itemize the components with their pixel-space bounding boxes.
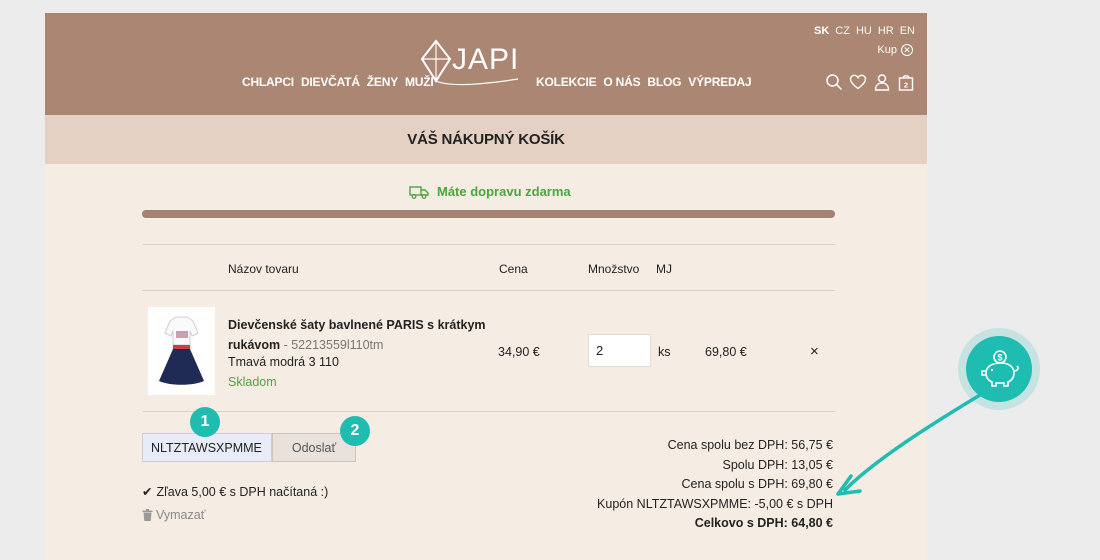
quantity-input[interactable] — [588, 334, 651, 367]
annotation-badge-2: 2 — [340, 416, 370, 446]
remove-item-button[interactable]: × — [810, 343, 819, 360]
nav-item-vypredaj[interactable]: VÝPREDAJ — [688, 75, 751, 89]
user-icon[interactable] — [873, 73, 891, 91]
stock-status: Skladom — [228, 375, 277, 389]
piggy-bank-icon: $ — [981, 350, 1019, 387]
order-summary: Cena spolu bez DPH: 56,75 € Spolu DPH: 1… — [597, 436, 833, 534]
kup-link[interactable]: Kup ✕ — [877, 44, 913, 56]
page-title: VÁŠ NÁKUPNÝ KOŠÍK — [407, 131, 565, 148]
lang-en[interactable]: EN — [900, 25, 915, 37]
kite-logo-icon: JAPI — [420, 39, 519, 86]
shipping-progress-bar — [142, 210, 835, 218]
lang-cz[interactable]: CZ — [835, 25, 850, 37]
language-switcher: SK CZ HU HR EN — [808, 25, 915, 37]
cart-icon[interactable]: 2 — [897, 73, 915, 91]
main-nav-right: KOLEKCIE O NÁS BLOG VÝPREDAJ — [536, 75, 758, 89]
site-header: CHLAPCI DIEVČATÁ ŽENY MUŽI JAPI KOLEKCIE O N… — [45, 13, 927, 115]
nav-item-dievcata[interactable]: DIEVČATÁ — [301, 75, 360, 89]
coupon-input[interactable] — [142, 433, 272, 462]
column-header-qty: Množstvo — [588, 262, 640, 276]
lang-hr[interactable]: HR — [878, 25, 894, 37]
close-circle-icon: ✕ — [901, 44, 913, 56]
column-header-unit: MJ — [656, 262, 672, 276]
trash-icon — [142, 509, 153, 521]
site-logo[interactable]: JAPI — [420, 39, 520, 87]
lang-sk[interactable]: SK — [814, 25, 829, 37]
nav-item-blog[interactable]: BLOG — [647, 75, 681, 89]
cart-count: 2 — [904, 81, 908, 90]
nav-item-o-nas[interactable]: O NÁS — [603, 75, 640, 89]
page-frame: CHLAPCI DIEVČATÁ ŽENY MUŽI JAPI KOLEKCIE O N… — [45, 13, 927, 560]
summary-coupon: Kupón NLTZTAWSXPMME: -5,00 € s DPH — [597, 496, 833, 511]
checkmark-icon: ✔ — [142, 485, 153, 499]
divider — [142, 290, 835, 291]
clear-coupon-link[interactable]: Vymazať — [142, 508, 205, 522]
piggy-bank-badge-inner: $ — [966, 336, 1032, 402]
clear-coupon-label: Vymazať — [156, 508, 206, 522]
unit-price: 34,90 € — [498, 345, 540, 359]
summary-with-vat: Cena spolu s DPH: 69,80 € — [681, 477, 833, 491]
divider — [142, 411, 835, 412]
main-nav-left: CHLAPCI DIEVČATÁ ŽENY MUŽI — [242, 75, 441, 89]
header-icons: 2 — [825, 73, 915, 91]
summary-without-vat: Cena spolu bez DPH: 56,75 € — [667, 438, 833, 452]
unit-label: ks — [658, 345, 671, 359]
annotation-badge-1: 1 — [190, 407, 220, 437]
product-image[interactable] — [148, 307, 215, 395]
column-header-price: Cena — [499, 262, 528, 276]
kup-label: Kup — [877, 44, 897, 56]
column-header-name: Názov tovaru — [228, 262, 299, 276]
nav-item-chlapci[interactable]: CHLAPCI — [242, 75, 294, 89]
summary-grand-total: Celkovo s DPH: 64,80 € — [694, 516, 833, 530]
cart-title-band: VÁŠ NÁKUPNÝ KOŠÍK — [45, 115, 927, 164]
lang-hu[interactable]: HU — [856, 25, 872, 37]
svg-text:$: $ — [997, 353, 1002, 363]
product-code: - 52213559l110tm — [283, 338, 384, 352]
dress-image-icon — [159, 316, 204, 385]
discount-text: Zľava 5,00 € s DPH načítaná :) — [156, 484, 329, 499]
product-variant: Tmavá modrá 3 110 — [228, 355, 339, 369]
logo-text: JAPI — [452, 43, 519, 76]
search-icon[interactable] — [825, 73, 843, 91]
summary-vat: Spolu DPH: 13,05 € — [722, 457, 834, 472]
truck-icon — [409, 185, 429, 199]
discount-message: ✔ Zľava 5,00 € s DPH načítaná :) — [142, 484, 329, 500]
divider — [142, 244, 835, 245]
product-name-block: Dievčenské šaty bavlnené PARIS s krátkym… — [228, 315, 498, 355]
line-total: 69,80 € — [705, 345, 747, 359]
shipping-text: Máte dopravu zdarma — [437, 184, 571, 199]
nav-item-kolekcie[interactable]: KOLEKCIE — [536, 75, 597, 89]
shipping-progress-fill — [142, 210, 835, 218]
nav-item-zeny[interactable]: ŽENY — [367, 75, 398, 89]
piggy-bank-badge: $ — [958, 328, 1040, 410]
free-shipping-notice: Máte dopravu zdarma — [409, 184, 571, 199]
heart-icon[interactable] — [849, 73, 867, 91]
